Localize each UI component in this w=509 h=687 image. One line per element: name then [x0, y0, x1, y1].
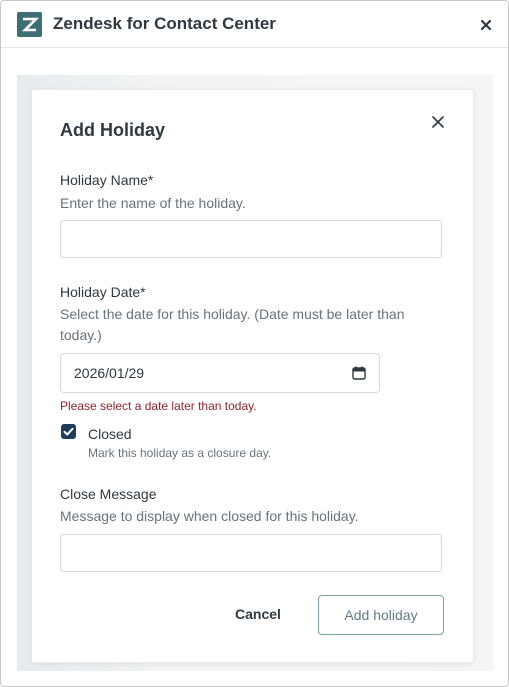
close-message-input[interactable]: [60, 534, 442, 572]
holiday-name-label: Holiday Name*: [60, 172, 154, 188]
modal-title: Add Holiday: [60, 120, 166, 140]
holiday-date-label: Holiday Date*: [60, 284, 146, 300]
holiday-name-hint: Enter the name of the holiday.: [60, 195, 246, 211]
closed-hint: Mark this holiday as a closure day.: [88, 446, 272, 460]
cancel-button[interactable]: Cancel: [222, 596, 294, 632]
modal-close-icon[interactable]: [428, 112, 448, 132]
app-window: Zendesk for Contact Center Add Holiday H…: [0, 0, 509, 687]
holiday-date-error: Please select a date later than today.: [60, 399, 257, 413]
window-title: Zendesk for Contact Center: [53, 14, 276, 33]
close-message-label: Close Message: [60, 486, 157, 502]
calendar-icon[interactable]: [351, 365, 367, 381]
holiday-name-input[interactable]: [60, 220, 442, 258]
holiday-date-value: 2026/01/29: [74, 365, 145, 381]
zendesk-logo-icon: [17, 12, 42, 37]
closed-checkbox[interactable]: [61, 424, 76, 439]
close-message-hint: Message to display when closed for this …: [60, 508, 359, 524]
add-holiday-modal: Add Holiday Holiday Name* Enter the name…: [31, 89, 474, 663]
closed-label: Closed: [88, 426, 132, 442]
holiday-date-hint: Select the date for this holiday. (Date …: [60, 306, 405, 343]
add-holiday-button[interactable]: Add holiday: [318, 595, 444, 635]
title-bar: Zendesk for Contact Center: [1, 1, 508, 48]
window-close-icon[interactable]: [475, 14, 497, 36]
holiday-date-input[interactable]: 2026/01/29: [60, 353, 380, 393]
